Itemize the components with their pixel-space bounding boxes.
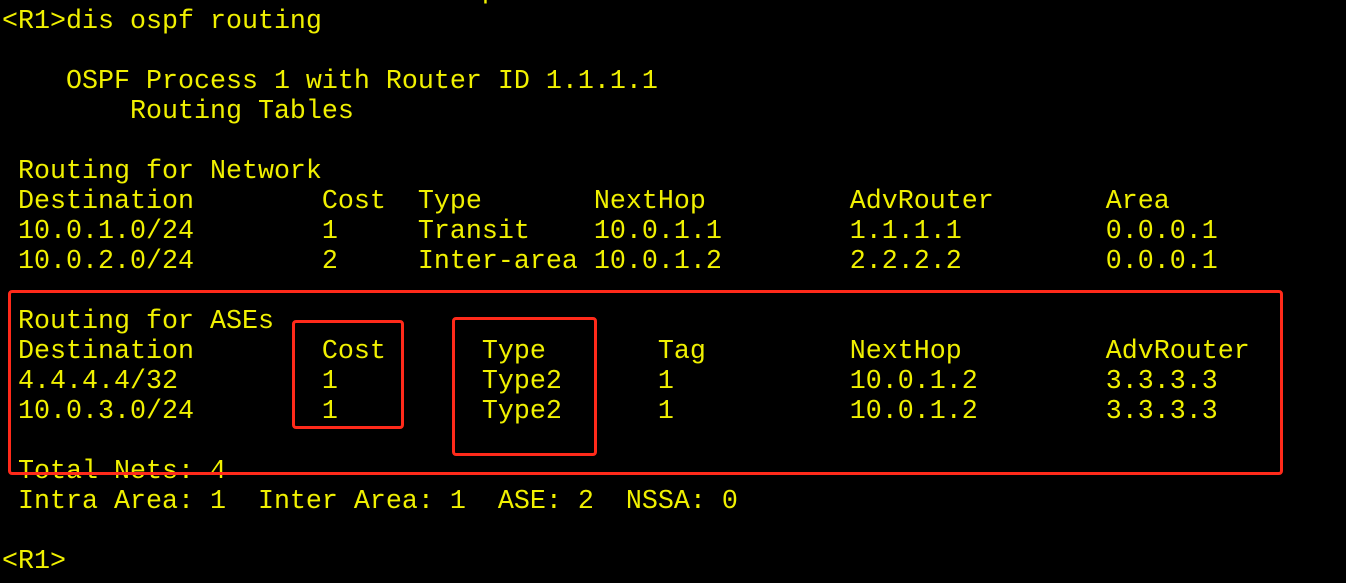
area-breakdown: Intra Area: 1 Inter Area: 1 ASE: 2 NSSA:…: [2, 487, 738, 517]
prompt: <R1>: [2, 547, 66, 577]
type-column-highlight: [452, 317, 597, 456]
previous-line-fragment: p: [2, 0, 1250, 7]
network-table-row: 10.0.1.0/24 1 Transit 10.0.1.1 1.1.1.1 0…: [2, 217, 1218, 247]
process-header: OSPF Process 1 with Router ID 1.1.1.1: [2, 67, 658, 97]
network-section-title: Routing for Network: [2, 157, 322, 187]
command-line: <R1>dis ospf routing: [2, 7, 322, 37]
cost-column-highlight: [292, 320, 404, 429]
ase-section-highlight: [8, 290, 1283, 475]
terminal-output: p <R1>dis ospf routing OSPF Process 1 wi…: [2, 0, 1250, 577]
network-table-header: Destination Cost Type NextHop AdvRouter …: [2, 187, 1170, 217]
network-table-row: 10.0.2.0/24 2 Inter-area 10.0.1.2 2.2.2.…: [2, 247, 1218, 277]
routing-tables-title: Routing Tables: [2, 97, 354, 127]
